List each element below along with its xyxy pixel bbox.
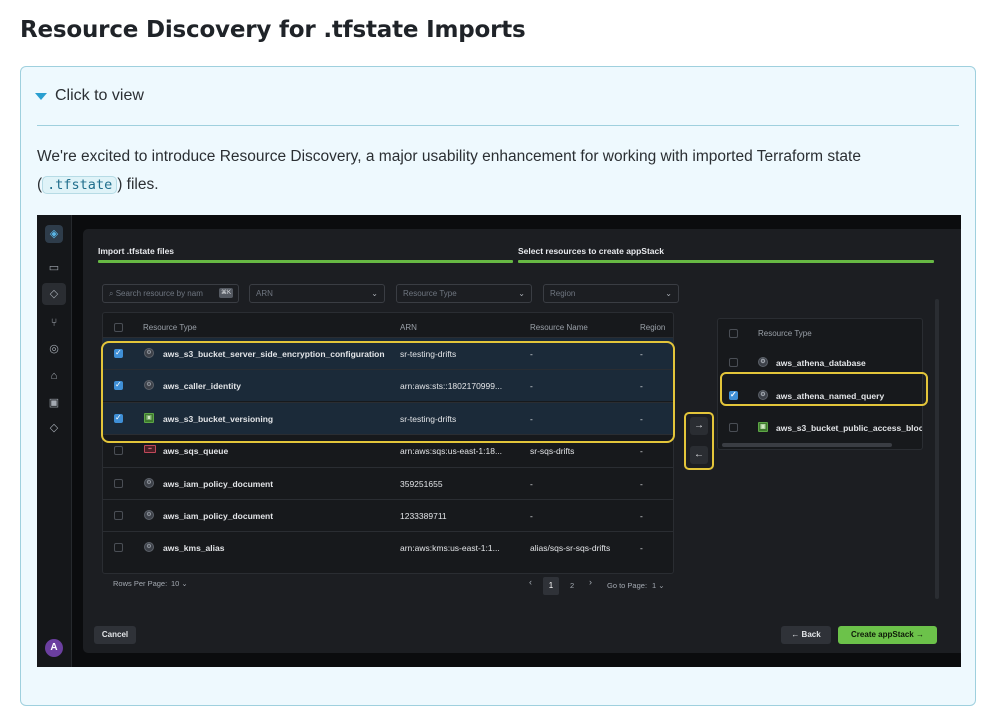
arn-filter-label: ARN (256, 289, 273, 298)
intro-text-end: ) files. (117, 176, 159, 193)
details-summary[interactable]: Click to view (35, 87, 144, 105)
col-arn: ARN (400, 323, 417, 332)
row-checkbox[interactable] (729, 423, 738, 432)
sqs-icon: ▪▪ (144, 445, 156, 454)
disclosure-triangle-icon (35, 92, 47, 100)
col-resource-type: Resource Type (758, 329, 812, 338)
step-2-label: Select resources to create appStack (518, 246, 664, 256)
resource-type-cell: aws_iam_policy_document (163, 478, 274, 489)
summary-label: Click to view (55, 87, 144, 104)
resource-type-cell: aws_sqs_queue (163, 446, 229, 457)
create-appstack-button[interactable]: Create appStack → (838, 626, 937, 644)
region-cell: - (640, 511, 643, 521)
resource-type-cell: aws_s3_bucket_public_access_bloc (776, 423, 923, 433)
row-checkbox[interactable] (114, 478, 123, 488)
resource-name-cell: - (530, 511, 533, 521)
stack-logo-icon[interactable]: ◈ (45, 225, 63, 243)
region-cell: - (640, 478, 643, 489)
table-row[interactable]: ⚙ aws_iam_policy_document 359251655 - - (103, 466, 673, 499)
step-1-label: Import .tfstate files (98, 246, 175, 256)
step-1-progress (98, 260, 513, 263)
arn-cell: 359251655 (400, 478, 443, 489)
branch-icon[interactable]: ⑂ (47, 316, 61, 330)
page-1-button[interactable]: 1 (543, 577, 559, 595)
import-panel: Import .tfstate files Select resources t… (83, 229, 961, 653)
gear-icon: ⚙ (144, 510, 154, 520)
resource-name-cell: alias/sqs-sr-sqs-drifts (530, 543, 611, 554)
chevron-down-icon: ⌄ (665, 289, 672, 298)
row-checkbox[interactable] (114, 446, 123, 456)
sidebar-rail: ◈ ▭ ◇ ⑂ ◎ ⌂ ▣ ◇ A (37, 215, 72, 667)
stack-icon[interactable]: ◇ (47, 421, 61, 435)
gear-icon: ⚙ (144, 477, 154, 488)
move-right-button[interactable]: → (690, 417, 708, 435)
cancel-button[interactable]: Cancel (94, 626, 136, 644)
bank-icon[interactable]: ⌂ (47, 369, 61, 383)
region-cell: - (640, 446, 643, 457)
table-row[interactable]: ⚙ aws_kms_alias arn:aws:kms:us-east-1:1...… (103, 531, 673, 563)
prev-page-icon[interactable]: ‹ (529, 577, 532, 587)
resource-type-filter-label: Resource Type (403, 289, 457, 298)
horizontal-scrollbar[interactable] (722, 443, 892, 447)
region-filter[interactable]: Region ⌄ (543, 284, 679, 303)
page-title: Resource Discovery for .tfstate Imports (20, 17, 526, 43)
resource-type-filter[interactable]: Resource Type ⌄ (396, 284, 532, 303)
divider (37, 125, 959, 126)
region-filter-label: Region (550, 289, 576, 298)
table-row[interactable]: ⚙ aws_iam_policy_document 1233389711 - - (103, 499, 673, 531)
rows-per-page-select[interactable]: 10 ⌄ (171, 579, 188, 588)
resource-type-cell: aws_athena_database (776, 358, 866, 368)
intro-paragraph: We're excited to introduce Resource Disc… (37, 143, 937, 199)
resource-name-cell: - (530, 478, 533, 489)
goto-page-value: 1 (652, 581, 657, 590)
resource-type-cell: aws_iam_policy_document (163, 511, 274, 521)
chevron-down-icon: ⌄ (371, 289, 378, 298)
selected-resource-row[interactable]: ▣ aws_s3_bucket_public_access_bloc (718, 412, 922, 444)
resource-type-cell: aws_kms_alias (163, 543, 225, 554)
shield-icon[interactable]: ◎ (47, 342, 61, 356)
avatar[interactable]: A (45, 639, 63, 657)
search-input[interactable]: ⌕ Search resource by nam ⌘K (102, 284, 239, 303)
row-checkbox[interactable] (114, 543, 123, 553)
gear-icon: ⚙ (144, 542, 154, 553)
select-all-checkbox[interactable] (729, 329, 738, 338)
rows-per-page-value: 10 (171, 579, 180, 588)
select-all-checkbox[interactable] (114, 323, 123, 332)
terminal-icon[interactable]: ▣ (47, 396, 61, 410)
layers-icon[interactable]: ◇ (42, 283, 66, 305)
region-cell: - (640, 543, 643, 554)
gear-icon: ⚙ (758, 357, 768, 367)
goto-page-select[interactable]: 1 ⌄ (652, 581, 665, 590)
row-checkbox[interactable] (114, 511, 123, 520)
arn-cell: arn:aws:kms:us-east-1:1... (400, 543, 500, 554)
search-placeholder: Search resource by nam (115, 289, 203, 298)
inline-code: .tfstate (42, 176, 118, 194)
col-resource-type: Resource Type (143, 323, 197, 332)
arn-filter[interactable]: ARN ⌄ (249, 284, 385, 303)
app-screenshot: ◈ ▭ ◇ ⑂ ◎ ⌂ ▣ ◇ A Import .tfstate files … (37, 215, 961, 667)
chevron-down-icon: ⌄ (518, 289, 525, 298)
vertical-scrollbar[interactable] (935, 299, 939, 599)
next-page-icon[interactable]: › (589, 577, 592, 587)
resource-name-cell: sr-sqs-drifts (530, 446, 575, 457)
selected-row-highlight (720, 372, 928, 406)
col-region: Region (640, 323, 666, 332)
row-checkbox[interactable] (729, 358, 738, 367)
col-resource-name: Resource Name (530, 323, 588, 332)
goto-page-label: Go to Page: (607, 581, 648, 590)
arn-cell: 1233389711 (400, 511, 447, 521)
arn-cell: arn:aws:sqs:us-east-1:18... (400, 446, 503, 457)
table-header: Resource Type ARN Resource Name Region (103, 313, 673, 337)
step-2-progress (518, 260, 934, 263)
search-icon: ⌕ (109, 289, 116, 298)
page-2-button[interactable]: 2 (570, 581, 574, 590)
shortcut-badge: ⌘K (218, 288, 233, 298)
rows-per-page-label: Rows Per Page: (113, 579, 168, 588)
intro-text: We're excited to introduce Resource Disc… (37, 148, 861, 193)
document-icon[interactable]: ▭ (47, 261, 61, 275)
selection-highlight (101, 341, 675, 443)
back-button[interactable]: ← Back (781, 626, 831, 644)
s3-icon: ▣ (758, 422, 768, 432)
move-left-button[interactable]: ← (690, 446, 708, 464)
